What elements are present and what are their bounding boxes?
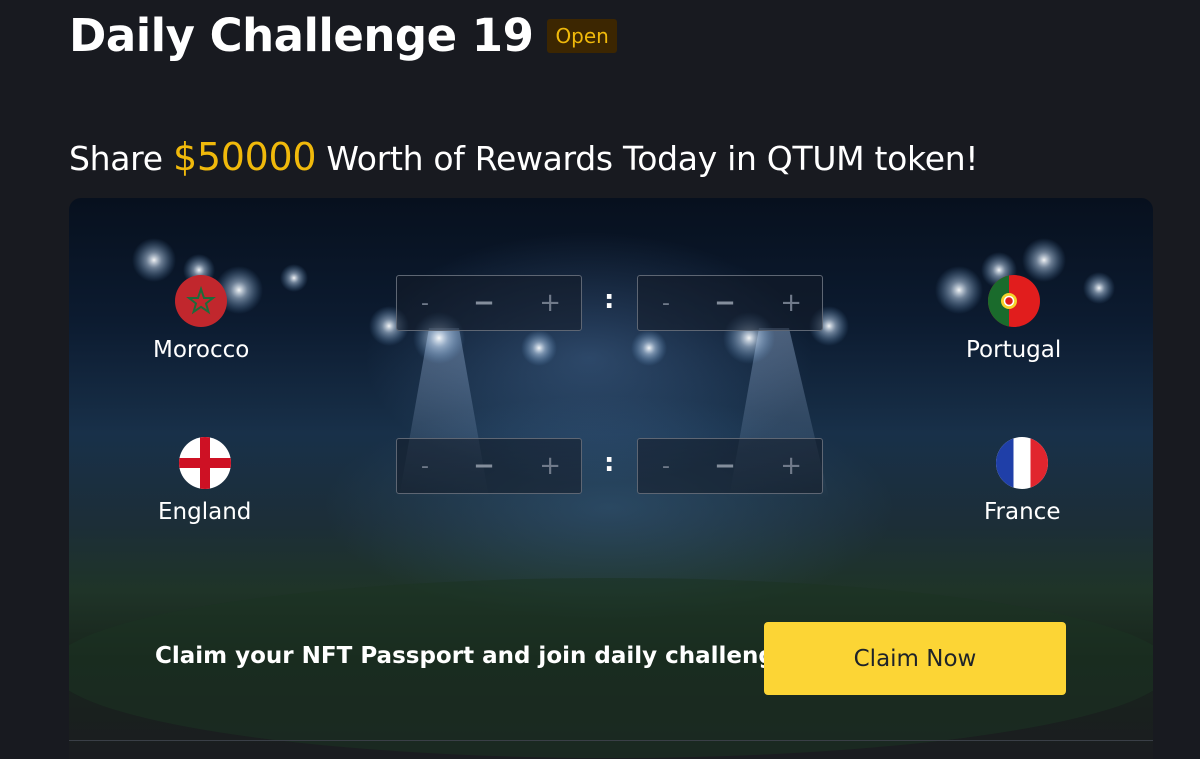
score-separator: : xyxy=(604,285,615,315)
claim-now-button[interactable]: Claim Now xyxy=(764,622,1066,695)
status-badge: Open xyxy=(547,19,617,53)
team-away: Portugal xyxy=(966,275,1061,363)
promo-prefix: Share xyxy=(69,139,163,178)
title-row: Daily Challenge 19 Open xyxy=(69,6,617,66)
divider xyxy=(69,740,1153,741)
score-value: − xyxy=(473,451,495,481)
score-separator: : xyxy=(604,448,615,478)
increment-button[interactable]: + xyxy=(780,288,802,318)
france-flag-icon xyxy=(996,437,1049,489)
morocco-flag-icon xyxy=(175,275,228,327)
page-title: Daily Challenge 19 xyxy=(69,9,534,62)
cta-text: Claim your NFT Passport and join daily c… xyxy=(155,643,805,669)
score-stepper[interactable]: - − + xyxy=(396,438,582,494)
decrement-button[interactable]: - xyxy=(662,454,670,479)
score-stepper[interactable]: - − + xyxy=(637,275,823,331)
team-name: Portugal xyxy=(966,337,1062,363)
england-flag-icon xyxy=(178,437,231,489)
increment-button[interactable]: + xyxy=(539,451,561,481)
increment-button[interactable]: + xyxy=(539,288,561,318)
promo-amount: $50000 xyxy=(172,135,317,179)
team-name: Morocco xyxy=(153,337,250,363)
score-stepper[interactable]: - − + xyxy=(637,438,823,494)
team-away: France xyxy=(984,437,1060,525)
score-value: − xyxy=(473,288,495,318)
daily-challenge-page: Daily Challenge 19 Open Share $50000 Wor… xyxy=(0,0,1200,759)
decrement-button[interactable]: - xyxy=(421,454,429,479)
score-value: − xyxy=(714,451,736,481)
increment-button[interactable]: + xyxy=(780,451,802,481)
promo-headline: Share $50000 Worth of Rewards Today in Q… xyxy=(69,130,979,186)
portugal-flag-icon xyxy=(987,275,1040,327)
score-value: − xyxy=(714,288,736,318)
team-name: France xyxy=(984,499,1061,525)
prediction-card: Morocco - − + : - − + Portugal England -… xyxy=(69,198,1153,759)
team-home: Morocco xyxy=(153,275,249,363)
score-stepper[interactable]: - − + xyxy=(396,275,582,331)
team-home: England xyxy=(158,437,251,525)
team-name: England xyxy=(158,499,252,525)
decrement-button[interactable]: - xyxy=(421,291,429,316)
promo-suffix: Worth of Rewards Today in QTUM token! xyxy=(326,139,979,178)
decrement-button[interactable]: - xyxy=(662,291,670,316)
